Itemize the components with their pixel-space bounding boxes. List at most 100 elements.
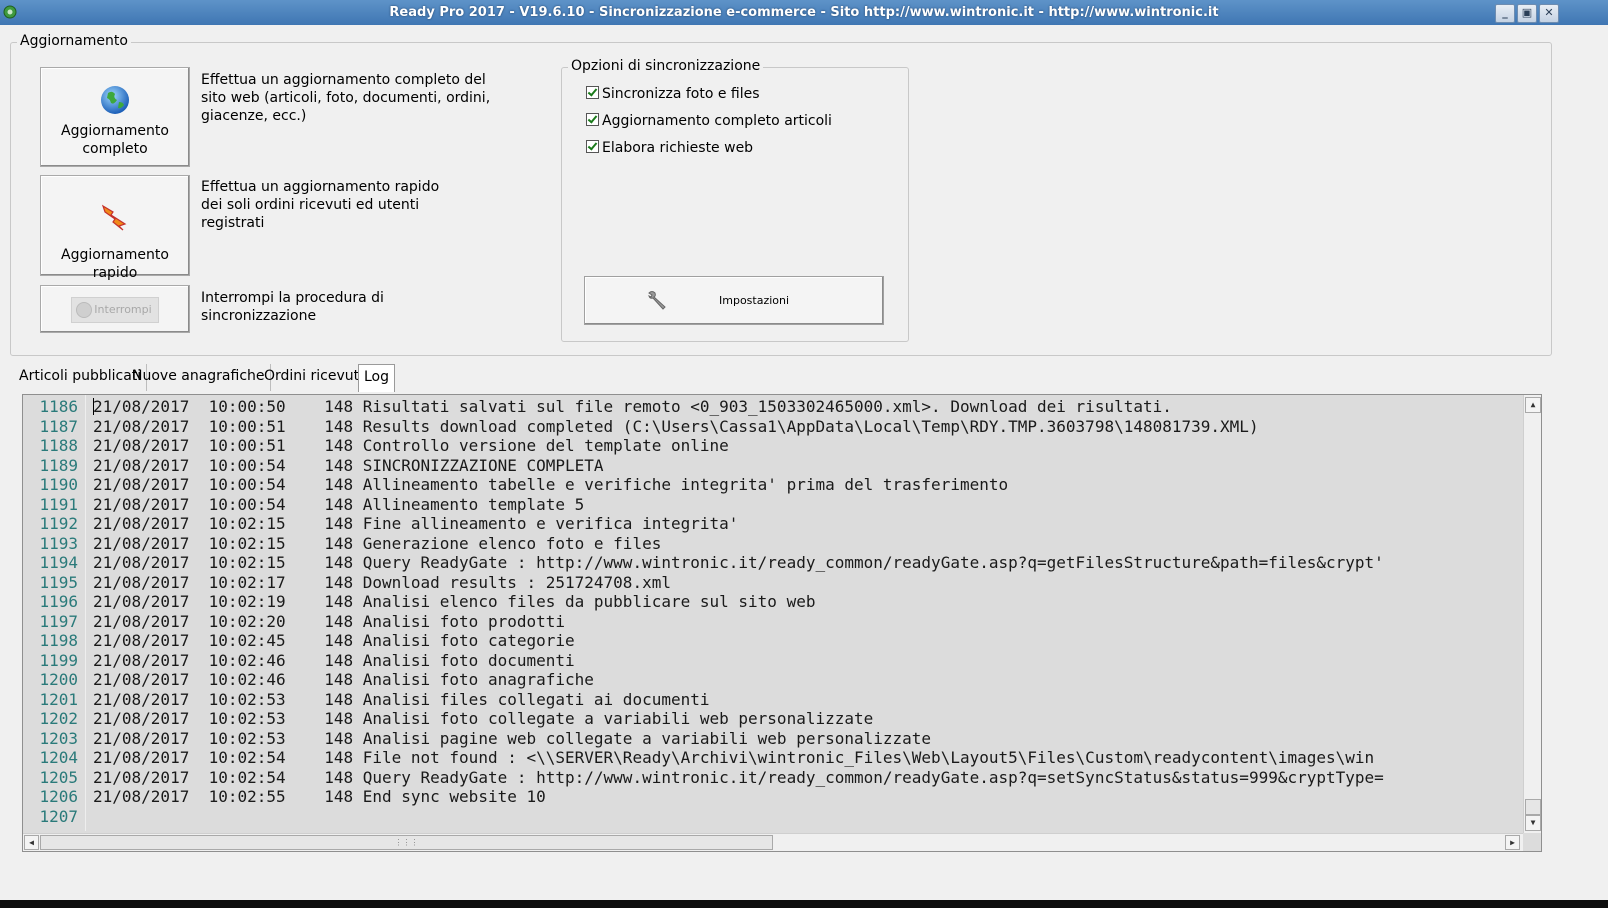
title-bar[interactable]: Ready Pro 2017 - V19.6.10 - Sincronizzaz… bbox=[0, 0, 1608, 25]
log-row: 1187 21/08/2017 10:00:51 148 Results down… bbox=[23, 417, 1523, 437]
checkbox-checked-icon bbox=[586, 113, 599, 126]
quick-update-button[interactable]: Aggiornamento rapido bbox=[40, 175, 190, 281]
sync-options-group: Opzioni di sincronizzazione Sincronizza … bbox=[561, 58, 909, 342]
log-text: 21/08/2017 10:02:46 148 Analisi foto doc… bbox=[93, 650, 575, 670]
tab-log[interactable]: Log bbox=[358, 364, 396, 392]
log-row: 1204 21/08/2017 10:02:54 148 File not fou… bbox=[23, 748, 1523, 768]
quick-update-description: Effettua un aggiornamento rapido dei sol… bbox=[201, 179, 440, 231]
horizontal-scrollbar[interactable]: ◀ ⋮⋮⋮ ▶ bbox=[23, 833, 1523, 851]
scroll-right-arrow-icon[interactable]: ▶ bbox=[1505, 835, 1520, 850]
tab-received-orders[interactable]: Ordini ricevuti bbox=[259, 364, 370, 391]
checkbox-checked-icon bbox=[586, 86, 599, 99]
log-row: 1198 21/08/2017 10:02:45 148 Analisi foto… bbox=[23, 631, 1523, 651]
line-number: 1193 bbox=[39, 533, 78, 553]
scroll-up-arrow-icon[interactable]: ▲ bbox=[1525, 397, 1541, 413]
log-row: 1190 21/08/2017 10:00:54 148 Allineamento… bbox=[23, 475, 1523, 495]
line-number: 1206 bbox=[39, 787, 78, 806]
log-row: 1199 21/08/2017 10:02:46 148 Analisi foto… bbox=[23, 651, 1523, 671]
checkbox-label: Elabora richieste web bbox=[602, 140, 754, 156]
line-number: 1202 bbox=[39, 709, 78, 728]
log-text: 21/08/2017 10:02:15 148 Fine allineament… bbox=[93, 514, 739, 533]
log-row: 1186 21/08/2017 10:00:50 148 Risultati sa… bbox=[23, 397, 1523, 417]
log-text: 21/08/2017 10:02:19 148 Analisi elenco f… bbox=[93, 592, 816, 611]
globe-icon bbox=[101, 86, 129, 114]
line-number: 1192 bbox=[39, 514, 78, 533]
log-lines: 1186 21/08/2017 10:00:50 148 Risultati sa… bbox=[23, 397, 1523, 826]
log-text: 21/08/2017 10:02:53 148 Analisi files co… bbox=[93, 689, 710, 709]
log-text: 21/08/2017 10:02:15 148 Query ReadyGate … bbox=[93, 553, 1384, 572]
log-text: 21/08/2017 10:02:55 148 End sync website… bbox=[93, 787, 546, 806]
log-row: 1194 21/08/2017 10:02:15 148 Query ReadyG… bbox=[23, 553, 1523, 573]
line-number: 1195 bbox=[39, 572, 78, 592]
log-text: 21/08/2017 10:02:15 148 Generazione elen… bbox=[93, 533, 662, 553]
log-row: 1191 21/08/2017 10:00:54 148 Allineamento… bbox=[23, 495, 1523, 515]
maximize-button[interactable]: ▣ bbox=[1517, 4, 1537, 23]
full-update-description: Effettua un aggiornamento completo del s… bbox=[201, 72, 491, 124]
log-row: 1201 21/08/2017 10:02:53 148 Analisi file… bbox=[23, 690, 1523, 710]
settings-button-label: Impostazioni bbox=[719, 294, 790, 307]
stop-icon bbox=[76, 302, 92, 318]
line-number: 1188 bbox=[39, 436, 78, 455]
log-text: 21/08/2017 10:02:53 148 Analisi foto col… bbox=[93, 709, 874, 728]
wrench-icon bbox=[648, 291, 666, 310]
log-row: 1206 21/08/2017 10:02:55 148 End sync web… bbox=[23, 787, 1523, 807]
checkbox-checked-icon bbox=[586, 140, 599, 153]
log-text: 21/08/2017 10:02:54 148 Query ReadyGate … bbox=[93, 767, 1384, 787]
line-number: 1203 bbox=[39, 728, 78, 748]
close-button[interactable]: ✕ bbox=[1539, 4, 1559, 23]
scroll-down-arrow-icon[interactable]: ▼ bbox=[1525, 815, 1541, 831]
vertical-scroll-thumb[interactable] bbox=[1525, 799, 1541, 815]
log-text: 21/08/2017 10:02:54 148 File not found :… bbox=[93, 748, 1375, 767]
log-text: 21/08/2017 10:02:20 148 Analisi foto pro… bbox=[93, 611, 566, 631]
minimize-button[interactable]: _ bbox=[1495, 4, 1515, 23]
line-number: 1197 bbox=[39, 611, 78, 631]
stop-description: Interrompi la procedura di sincronizzazi… bbox=[201, 290, 384, 324]
full-update-button[interactable]: Aggiornamento completo bbox=[40, 67, 190, 167]
log-row: 1189 21/08/2017 10:00:54 148 SINCRONIZZAZ… bbox=[23, 456, 1523, 476]
checkbox-sync-photos-files[interactable]: Sincronizza foto e files bbox=[586, 86, 760, 102]
checkbox-label: Sincronizza foto e files bbox=[602, 86, 760, 102]
line-number: 1198 bbox=[39, 631, 78, 650]
log-text: 21/08/2017 10:00:54 148 SINCRONIZZAZIONE… bbox=[93, 455, 604, 475]
log-row: 1202 21/08/2017 10:02:53 148 Analisi foto… bbox=[23, 709, 1523, 729]
line-number: 1186 bbox=[39, 397, 78, 416]
vertical-scrollbar[interactable]: ▲ ▼ bbox=[1523, 395, 1541, 833]
log-text: 21/08/2017 10:00:54 148 Allineamento tem… bbox=[93, 494, 585, 514]
log-viewer[interactable]: 1186 21/08/2017 10:00:50 148 Risultati sa… bbox=[22, 394, 1542, 852]
log-row: 1188 21/08/2017 10:00:51 148 Controllo ve… bbox=[23, 436, 1523, 456]
line-number: 1199 bbox=[39, 650, 78, 670]
log-row: 1200 21/08/2017 10:02:46 148 Analisi foto… bbox=[23, 670, 1523, 690]
line-number: 1205 bbox=[39, 767, 78, 787]
text-caret bbox=[93, 398, 94, 415]
line-number: 1187 bbox=[39, 416, 78, 436]
window-title: Ready Pro 2017 - V19.6.10 - Sincronizzaz… bbox=[389, 5, 1219, 20]
log-text: 21/08/2017 10:00:51 148 Controllo versio… bbox=[93, 436, 729, 455]
checkbox-process-web-requests[interactable]: Elabora richieste web bbox=[586, 140, 753, 156]
log-text: 21/08/2017 10:02:17 148 Download results… bbox=[93, 572, 671, 592]
quick-update-label: Aggiornamento rapido bbox=[61, 247, 169, 281]
stop-button[interactable]: Interrompi bbox=[40, 285, 190, 333]
log-row: 1196 21/08/2017 10:02:19 148 Analisi elen… bbox=[23, 592, 1523, 612]
main-window: Ready Pro 2017 - V19.6.10 - Sincronizzaz… bbox=[0, 0, 1608, 900]
horizontal-scroll-thumb[interactable]: ⋮⋮⋮ bbox=[40, 835, 773, 850]
checkbox-full-articles-update[interactable]: Aggiornamento completo articoli bbox=[586, 113, 832, 129]
line-number: 1204 bbox=[39, 748, 78, 767]
scroll-left-arrow-icon[interactable]: ◀ bbox=[24, 835, 39, 850]
update-group-legend: Aggiornamento bbox=[17, 33, 131, 49]
log-text: 21/08/2017 10:00:51 148 Results download… bbox=[93, 416, 1259, 436]
tab-new-contacts[interactable]: Nuove anagrafiche bbox=[127, 364, 271, 391]
log-row: 1193 21/08/2017 10:02:15 148 Generazione … bbox=[23, 534, 1523, 554]
settings-button[interactable]: Impostazioni bbox=[584, 276, 884, 325]
checkbox-label: Aggiornamento completo articoli bbox=[602, 113, 832, 129]
line-number: 1190 bbox=[39, 475, 78, 494]
log-row: 1207 bbox=[23, 807, 1523, 827]
log-row: 1197 21/08/2017 10:02:20 148 Analisi foto… bbox=[23, 612, 1523, 632]
update-group: Aggiornamento Aggiornamento completo Eff… bbox=[10, 33, 1552, 356]
line-number: 1191 bbox=[39, 494, 78, 514]
log-row: 1205 21/08/2017 10:02:54 148 Query ReadyG… bbox=[23, 768, 1523, 788]
log-text: 21/08/2017 10:02:53 148 Analisi pagine w… bbox=[93, 728, 932, 748]
log-row: 1203 21/08/2017 10:02:53 148 Analisi pagi… bbox=[23, 729, 1523, 749]
stop-button-label: Interrompi bbox=[94, 303, 152, 316]
log-text: 21/08/2017 10:00:54 148 Allineamento tab… bbox=[93, 475, 1009, 494]
line-number: 1189 bbox=[39, 455, 78, 475]
